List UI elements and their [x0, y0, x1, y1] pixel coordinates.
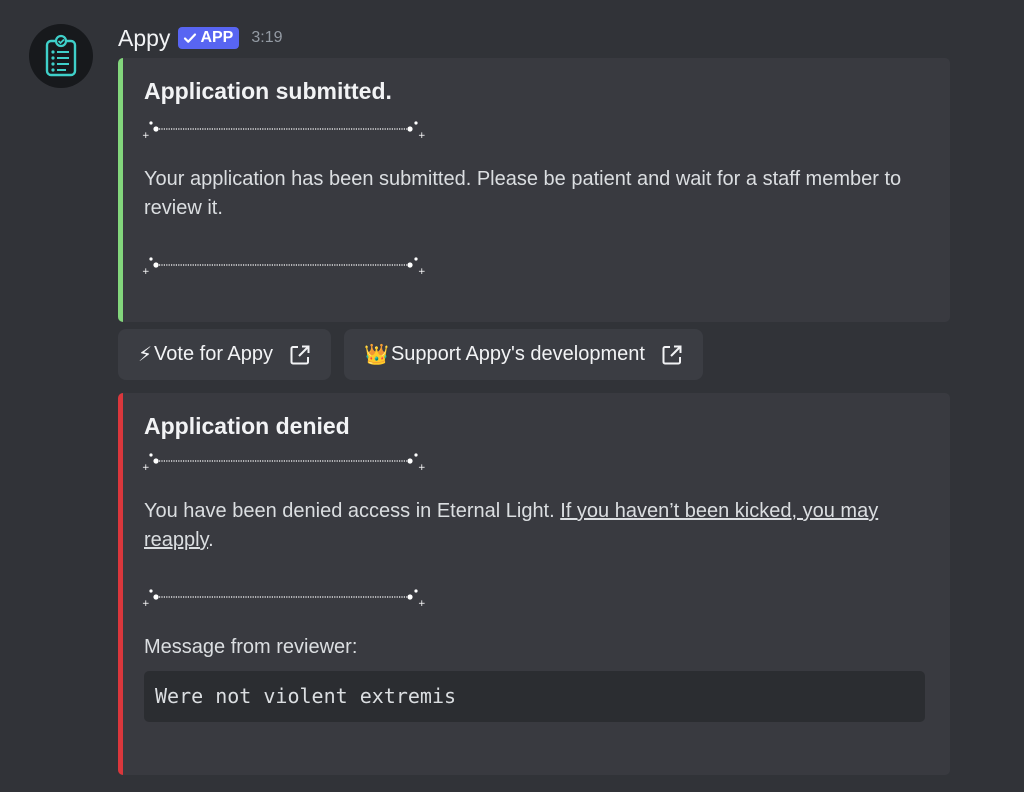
svg-text:+: +	[418, 131, 426, 141]
author-name[interactable]: Appy	[118, 25, 170, 52]
svg-text:+: +	[142, 131, 150, 141]
svg-text:+: +	[142, 463, 150, 473]
crown-icon: 👑	[364, 344, 389, 366]
svg-text:+: +	[142, 267, 150, 277]
sparkle-divider-icon: + +	[142, 257, 426, 277]
embed-title: Application submitted.	[144, 78, 392, 104]
embed-description: You have been denied access in Eternal L…	[144, 497, 926, 555]
app-badge: APP	[178, 27, 240, 49]
reviewer-message-code-block: Were not violent extremis	[144, 671, 925, 722]
lightning-icon: ⚡	[138, 344, 153, 366]
svg-text:+: +	[142, 599, 150, 609]
link-buttons-row: ⚡ Vote for Appy 👑 Support Appy's develop…	[118, 329, 703, 380]
description-suffix: .	[208, 529, 214, 551]
reviewer-label: Message from reviewer:	[144, 636, 358, 658]
external-link-icon	[661, 344, 683, 366]
button-label: Support Appy's development	[390, 343, 645, 365]
embed-title: Application denied	[144, 413, 350, 439]
app-badge-label: APP	[200, 29, 234, 46]
timestamp[interactable]: 3:19	[251, 29, 282, 47]
embed-application-submitted: Application submitted. + + Your applicat…	[118, 58, 950, 322]
checkmark-icon	[184, 33, 197, 43]
description-text: You have been denied access in Eternal L…	[144, 500, 561, 522]
sparkle-divider-icon: + +	[142, 589, 426, 609]
button-label: Vote for Appy	[154, 343, 274, 365]
embed-description: Your application has been submitted. Ple…	[144, 168, 902, 219]
external-link-icon	[289, 344, 311, 366]
vote-for-appy-button[interactable]: ⚡ Vote for Appy	[118, 329, 332, 380]
support-appy-button[interactable]: 👑 Support Appy's development	[344, 329, 703, 380]
chat-message: Appy APP 3:19 Application submitted. + +…	[0, 0, 1024, 792]
message-header: Appy APP 3:19	[118, 22, 282, 54]
clipboard-checklist-icon	[45, 34, 77, 77]
avatar[interactable]	[29, 24, 93, 88]
embed-application-denied: Application denied + + You have been den…	[118, 393, 950, 775]
svg-text:+: +	[418, 267, 426, 277]
svg-text:+: +	[418, 599, 426, 609]
sparkle-divider-icon: + +	[142, 453, 426, 473]
svg-text:+: +	[418, 463, 426, 473]
sparkle-divider-icon: + +	[142, 121, 426, 141]
